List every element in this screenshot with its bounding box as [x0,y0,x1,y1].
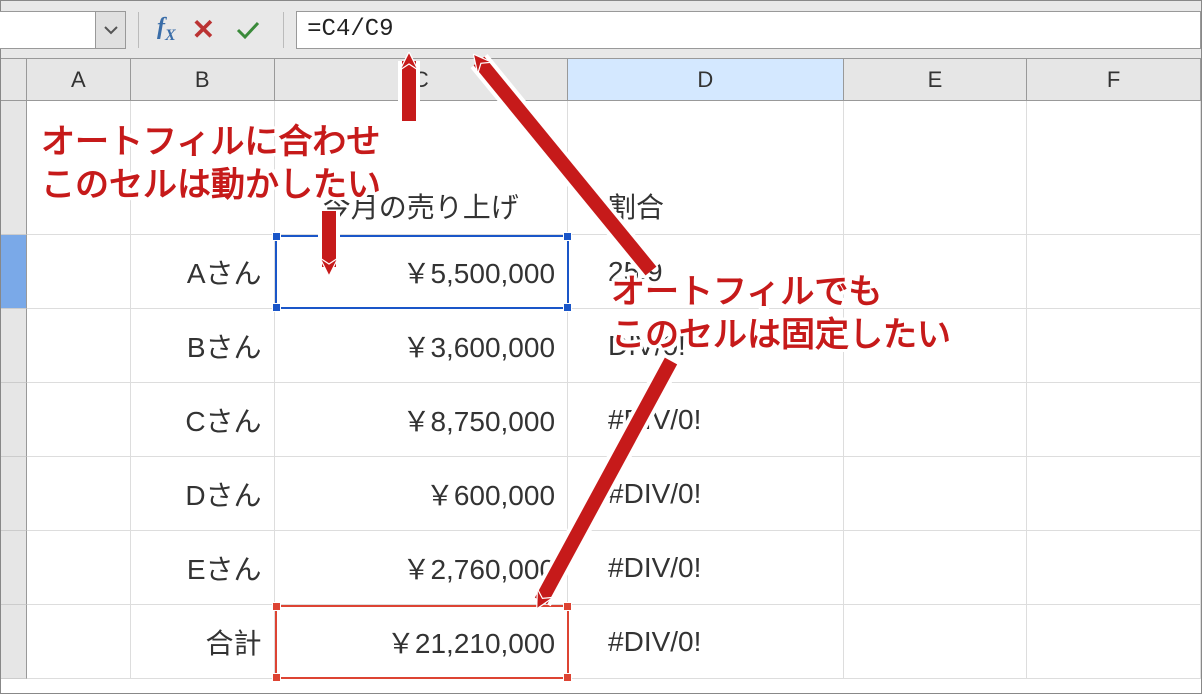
name-box-dropdown[interactable] [95,12,125,48]
cell-text: Dさん [185,474,261,514]
formula-bar: M fX ✕ =C4/C9 [1,1,1201,59]
cell[interactable]: DIV/0! [568,309,844,383]
cell[interactable] [1027,457,1201,531]
cell-text: DIV/0! [608,330,686,362]
row-header[interactable] [1,235,27,309]
cell-text: #DIV/0! [608,404,701,436]
cell[interactable]: Dさん [131,457,275,531]
cell[interactable] [844,309,1028,383]
data-row: Dさん ￥600,000 #DIV/0! [1,457,1201,531]
cell[interactable]: ￥8,750,000 [275,383,568,457]
cell-text: 25.9 [608,256,663,288]
cell[interactable]: Eさん [131,531,275,605]
check-icon [235,19,261,41]
rows-container: 今月の売り上げ 割合 Aさん ￥5,500,000 25.9 Bさん ￥3,60… [1,101,1201,679]
cell[interactable]: #DIV/0! [568,457,844,531]
cell[interactable] [844,235,1028,309]
cell[interactable] [1027,101,1201,235]
spacer-row: 今月の売り上げ 割合 [1,101,1201,235]
row-header[interactable] [1,309,27,383]
cell-text: Bさん [187,326,262,366]
cell[interactable]: #DIV/0! [568,383,844,457]
fx-icon[interactable]: fX [151,14,182,45]
cell-text: ￥5,500,000 [402,252,555,292]
cell[interactable]: Cさん [131,383,275,457]
cell[interactable] [844,101,1028,235]
cell[interactable] [27,309,131,383]
cell[interactable]: ￥5,500,000 [275,235,568,309]
select-all-corner[interactable] [1,59,27,100]
cell[interactable]: 割合 [568,101,844,235]
column-header-A[interactable]: A [27,59,131,100]
cell[interactable]: 25.9 [568,235,844,309]
data-row: Aさん ￥5,500,000 25.9 [1,235,1201,309]
cell-text: Aさん [187,252,262,292]
cell[interactable] [844,457,1028,531]
cell[interactable]: Aさん [131,235,275,309]
cell[interactable]: 合計 [131,605,275,679]
column-header-D[interactable]: D [568,59,844,100]
cell[interactable] [1027,605,1201,679]
row-header[interactable] [1,383,27,457]
cell[interactable]: #DIV/0! [568,531,844,605]
cancel-button[interactable]: ✕ [182,13,225,46]
cell[interactable] [131,101,275,235]
cell-text: ￥2,760,000 [402,548,555,588]
formula-input[interactable]: =C4/C9 [296,11,1201,49]
cell[interactable]: ￥600,000 [275,457,568,531]
cell[interactable]: ￥2,760,000 [275,531,568,605]
cell-text: #DIV/0! [608,478,701,510]
cell[interactable] [1027,309,1201,383]
separator [283,12,284,48]
column-header-C[interactable]: C [275,59,569,100]
cell-text: Eさん [187,548,262,588]
cell[interactable]: ￥21,210,000 [275,605,568,679]
data-row: 合計 ￥21,210,000 #DIV/0! [1,605,1201,679]
cell[interactable]: #DIV/0! [568,605,844,679]
data-row: Bさん ￥3,600,000 DIV/0! [1,309,1201,383]
cell[interactable] [27,531,131,605]
column-header-F[interactable]: F [1027,59,1201,100]
spreadsheet-grid: A B C D E F 今月の売り上げ 割合 Aさん ￥5,500,000 25… [1,59,1201,679]
row-header[interactable] [1,531,27,605]
name-box[interactable]: M [0,11,126,49]
separator [138,12,139,48]
cell-text: ￥600,000 [426,474,555,514]
row-header[interactable] [1,457,27,531]
column-header-E[interactable]: E [844,59,1028,100]
row-header[interactable] [1,605,27,679]
cell[interactable] [27,605,131,679]
cell-text: ￥3,600,000 [402,326,555,366]
cell[interactable]: Bさん [131,309,275,383]
cell-text: 合計 [206,622,262,662]
cell[interactable] [1027,383,1201,457]
header-text: 今月の売り上げ [323,186,519,226]
cell-text: #DIV/0! [608,552,701,584]
accept-button[interactable] [225,19,271,41]
cell[interactable]: ￥3,600,000 [275,309,568,383]
cell[interactable] [844,383,1028,457]
cell[interactable] [844,531,1028,605]
formula-text: =C4/C9 [307,16,393,43]
cell[interactable] [27,457,131,531]
cell-text: #DIV/0! [608,626,701,658]
cell[interactable] [27,235,131,309]
cell-text: ￥21,210,000 [387,622,555,662]
cell[interactable] [1027,531,1201,605]
cell[interactable]: 今月の売り上げ [275,101,568,235]
row-header[interactable] [1,101,27,235]
header-text: 割合 [608,186,664,226]
cell-text: ￥8,750,000 [402,400,555,440]
cell-text: Cさん [185,400,261,440]
data-row: Eさん ￥2,760,000 #DIV/0! [1,531,1201,605]
cell[interactable] [844,605,1028,679]
cell[interactable] [27,101,131,235]
data-row: Cさん ￥8,750,000 #DIV/0! [1,383,1201,457]
cell[interactable] [1027,235,1201,309]
cell[interactable] [27,383,131,457]
column-header-B[interactable]: B [131,59,275,100]
chevron-down-icon [104,25,118,35]
column-headers: A B C D E F [1,59,1201,101]
